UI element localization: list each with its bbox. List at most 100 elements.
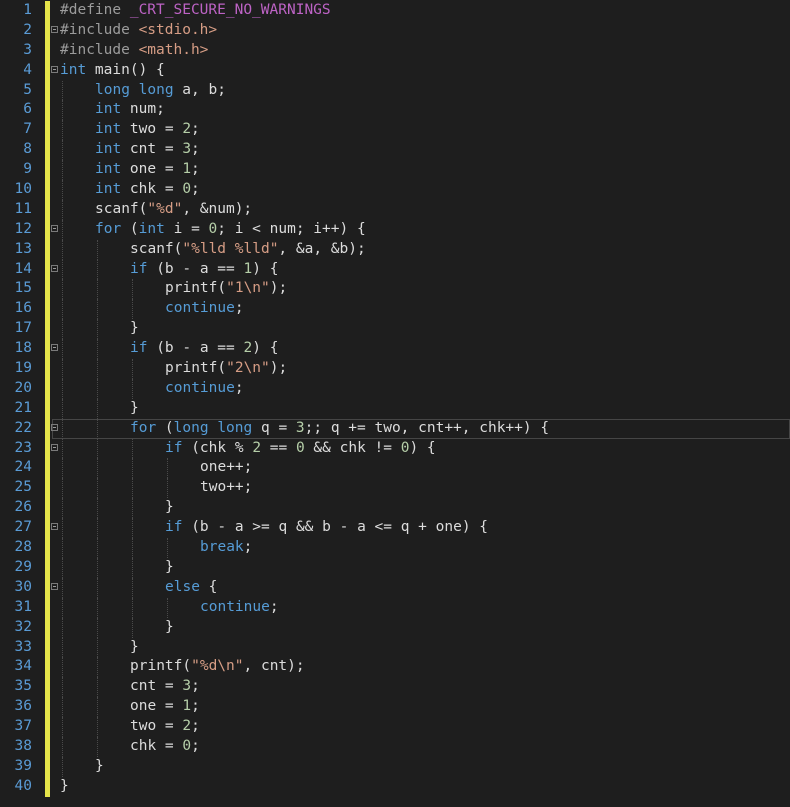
code-line[interactable]: for (long long q = 3;; q += two, cnt++, … xyxy=(51,418,790,439)
code-token: <math.h> xyxy=(138,41,209,58)
code-line[interactable]: chk = 0; xyxy=(60,736,790,757)
code-line[interactable]: #define _CRT_SECURE_NO_WARNINGS xyxy=(60,1,790,21)
line-number: 37 xyxy=(14,718,32,735)
indent-guide xyxy=(97,418,98,439)
code-token: 1 xyxy=(182,698,192,715)
code-token: q = xyxy=(252,419,296,436)
code-token: } xyxy=(165,499,174,516)
fold-toggle-icon[interactable] xyxy=(51,224,58,232)
code-token: ; xyxy=(191,121,200,138)
indent-guide xyxy=(62,617,63,638)
code-line[interactable]: continue; xyxy=(60,299,790,320)
code-token: two = xyxy=(130,718,183,735)
code-line[interactable]: one++; xyxy=(60,458,790,479)
code-token: 2 xyxy=(243,340,253,357)
indent-guide xyxy=(62,657,63,678)
code-line[interactable]: if (b - a == 1) { xyxy=(51,259,790,280)
indent-guide xyxy=(62,140,63,161)
code-token: else xyxy=(165,578,200,595)
indent-guide xyxy=(97,458,98,479)
code-token: printf( xyxy=(130,658,192,675)
code-line[interactable]: two++; xyxy=(60,478,790,499)
code-line[interactable]: int cnt = 3; xyxy=(60,140,790,161)
line-number: 12 xyxy=(14,220,32,237)
line-number: 10 xyxy=(14,181,32,198)
indent-guide xyxy=(132,538,133,558)
fold-toggle-icon[interactable] xyxy=(51,423,58,431)
code-line[interactable]: } xyxy=(60,498,790,519)
indent-guide xyxy=(132,498,133,519)
code-token: (b - a == xyxy=(147,340,244,357)
code-line[interactable]: for (int i = 0; i < num; i++) { xyxy=(51,219,790,240)
code-token: break xyxy=(200,539,244,556)
fold-toggle-icon[interactable] xyxy=(51,344,58,352)
line-number: 32 xyxy=(14,618,32,635)
fold-toggle-icon[interactable] xyxy=(51,582,58,590)
fold-toggle-icon[interactable] xyxy=(51,25,58,33)
code-line[interactable]: else { xyxy=(51,577,790,598)
code-line[interactable]: if (chk % 2 == 0 && chk != 0) { xyxy=(51,438,790,459)
code-token: 1 xyxy=(243,260,253,277)
code-line[interactable]: cnt = 3; xyxy=(60,677,790,698)
code-line[interactable]: } xyxy=(60,637,790,658)
fold-toggle-icon[interactable] xyxy=(51,443,58,451)
indent-guide xyxy=(62,160,63,181)
code-line[interactable]: int main() { xyxy=(51,61,790,81)
line-number: 6 xyxy=(23,101,32,118)
code-line[interactable]: scanf("%d", &num); xyxy=(60,199,790,220)
code-line[interactable]: printf("2\n"); xyxy=(60,359,790,379)
code-line[interactable]: #include <stdio.h> xyxy=(51,21,790,41)
code-line[interactable]: long long a, b; xyxy=(60,80,790,101)
code-area[interactable]: #define _CRT_SECURE_NO_WARNINGS #include … xyxy=(51,1,790,797)
code-line[interactable]: } xyxy=(60,617,790,638)
code-token: ; xyxy=(191,141,200,158)
code-token: 2 xyxy=(252,439,262,456)
code-line[interactable]: int one = 1; xyxy=(60,160,790,181)
code-token: "%lld %lld" xyxy=(182,240,279,257)
code-line[interactable]: continue; xyxy=(60,378,790,399)
code-editor[interactable]: 1 2 3 4 5 6 7 8 9 10 11 12 13 14 15 16 17 18 19 20 21 22 23 24 2… xyxy=(0,0,790,807)
code-token: i = xyxy=(164,220,209,237)
code-line[interactable]: continue; xyxy=(60,597,790,618)
code-line[interactable]: } xyxy=(60,756,790,777)
indent-guide xyxy=(97,259,98,280)
code-line[interactable]: if (b - a == 2) { xyxy=(51,339,790,360)
code-token: ; xyxy=(243,539,253,556)
code-line[interactable]: scanf("%lld %lld", &a, &b); xyxy=(60,239,790,260)
indent-guide xyxy=(97,617,98,638)
fold-toggle-icon[interactable] xyxy=(51,65,58,73)
code-line[interactable]: printf("1\n"); xyxy=(60,279,790,300)
code-token: _CRT_SECURE_NO_WARNINGS xyxy=(129,2,331,18)
code-line[interactable]: } xyxy=(60,319,790,340)
code-line[interactable]: int num; xyxy=(60,100,790,121)
line-number: 9 xyxy=(23,161,32,178)
code-line[interactable]: } xyxy=(60,777,790,797)
line-number: 7 xyxy=(23,121,32,138)
fold-toggle-icon[interactable] xyxy=(51,264,58,272)
fold-toggle-icon[interactable] xyxy=(51,523,58,531)
code-token: ; xyxy=(191,161,200,178)
code-line[interactable]: two = 2; xyxy=(60,717,790,737)
line-number: 14 xyxy=(14,260,32,277)
code-line[interactable]: printf("%d\n", cnt); xyxy=(60,657,790,678)
code-token: "%d\n" xyxy=(191,658,244,675)
code-token: ;; q += two, cnt++, chk++) { xyxy=(304,419,550,436)
line-number: 13 xyxy=(14,240,32,257)
code-token: ; xyxy=(234,379,244,396)
code-line[interactable]: } xyxy=(60,398,790,419)
code-line[interactable]: one = 1; xyxy=(60,697,790,718)
code-line[interactable]: #include <math.h> xyxy=(60,41,790,61)
code-token: continue xyxy=(165,300,235,317)
code-line[interactable]: break; xyxy=(60,538,790,558)
indent-guide xyxy=(132,557,133,578)
code-line[interactable]: int two = 2; xyxy=(60,120,790,141)
indent-guide xyxy=(62,180,63,200)
code-token: 3 xyxy=(182,141,192,158)
code-line[interactable]: } xyxy=(60,557,790,578)
code-line[interactable]: int chk = 0; xyxy=(60,180,790,200)
indent-guide xyxy=(167,538,168,558)
code-token: for xyxy=(95,220,122,237)
line-number: 3 xyxy=(23,41,32,58)
code-token: , cnt); xyxy=(243,658,305,675)
code-line[interactable]: if (b - a >= q && b - a <= q + one) { xyxy=(51,518,790,539)
